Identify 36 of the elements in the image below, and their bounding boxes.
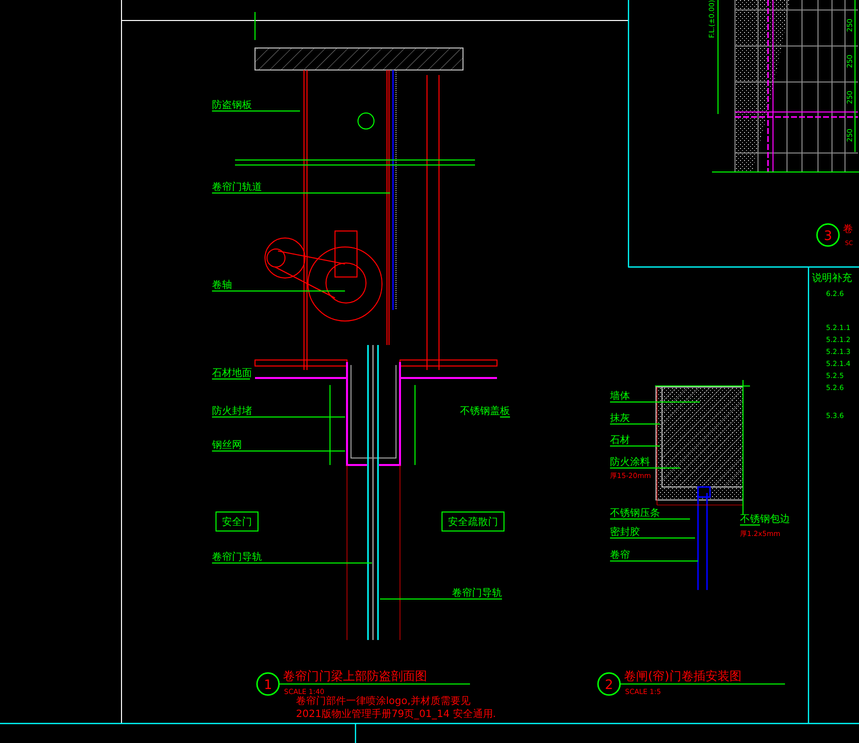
callout-label: 石材地面	[212, 368, 252, 379]
callout-label: 密封胶	[610, 527, 640, 538]
callout-label: 卷帘	[610, 550, 630, 561]
label-box	[216, 512, 258, 532]
callout-label: 卷帘门导轨	[452, 588, 502, 599]
callout-label: 防火涂料	[610, 457, 650, 468]
callout-label: 卷帘门导轨	[212, 552, 262, 563]
callout-label: 卷帘门轨道	[212, 182, 262, 193]
callout-label: 抹灰	[610, 413, 630, 424]
detail-title: 卷	[843, 224, 853, 235]
notes-heading: 说明补充	[812, 273, 852, 284]
leader-line	[740, 524, 760, 526]
leader-line	[500, 416, 510, 418]
drawing-note: 卷帘门部件一律喷涂logo,并材质需要见	[296, 696, 471, 707]
detail-number-circle	[597, 672, 621, 696]
callout-label: 不锈钢盖板	[460, 406, 510, 417]
boxed-label: 安全疏散门	[448, 517, 498, 528]
leader-line	[212, 378, 250, 380]
callout-label: 不锈钢包边	[740, 514, 790, 525]
callout-label: 不锈钢压条	[610, 508, 660, 519]
detail-number: 3	[824, 229, 832, 244]
label-box	[442, 512, 504, 532]
callout-label: 防火封堵	[212, 406, 252, 417]
boxed-label: 安全门	[222, 517, 252, 528]
callout-label: 钢丝网	[212, 440, 242, 451]
callout-label: 卷轴	[212, 280, 232, 291]
detail-number: 2	[604, 678, 614, 693]
callout-label: 防盗钢板	[212, 100, 252, 111]
callout-label: 墙体	[610, 391, 630, 402]
detail-number-circle	[256, 672, 280, 696]
detail-title: 卷闸(帘)门卷插安装图	[624, 669, 742, 683]
detail-number-circle	[816, 223, 840, 247]
detail-number: 1	[264, 678, 272, 693]
detail-title: 卷帘门门梁上部防盗剖面图	[283, 669, 427, 683]
callout-label: 石材	[610, 435, 630, 446]
drawing-note: 2021版物业管理手册79页_01_14 安全通用.	[296, 709, 496, 720]
